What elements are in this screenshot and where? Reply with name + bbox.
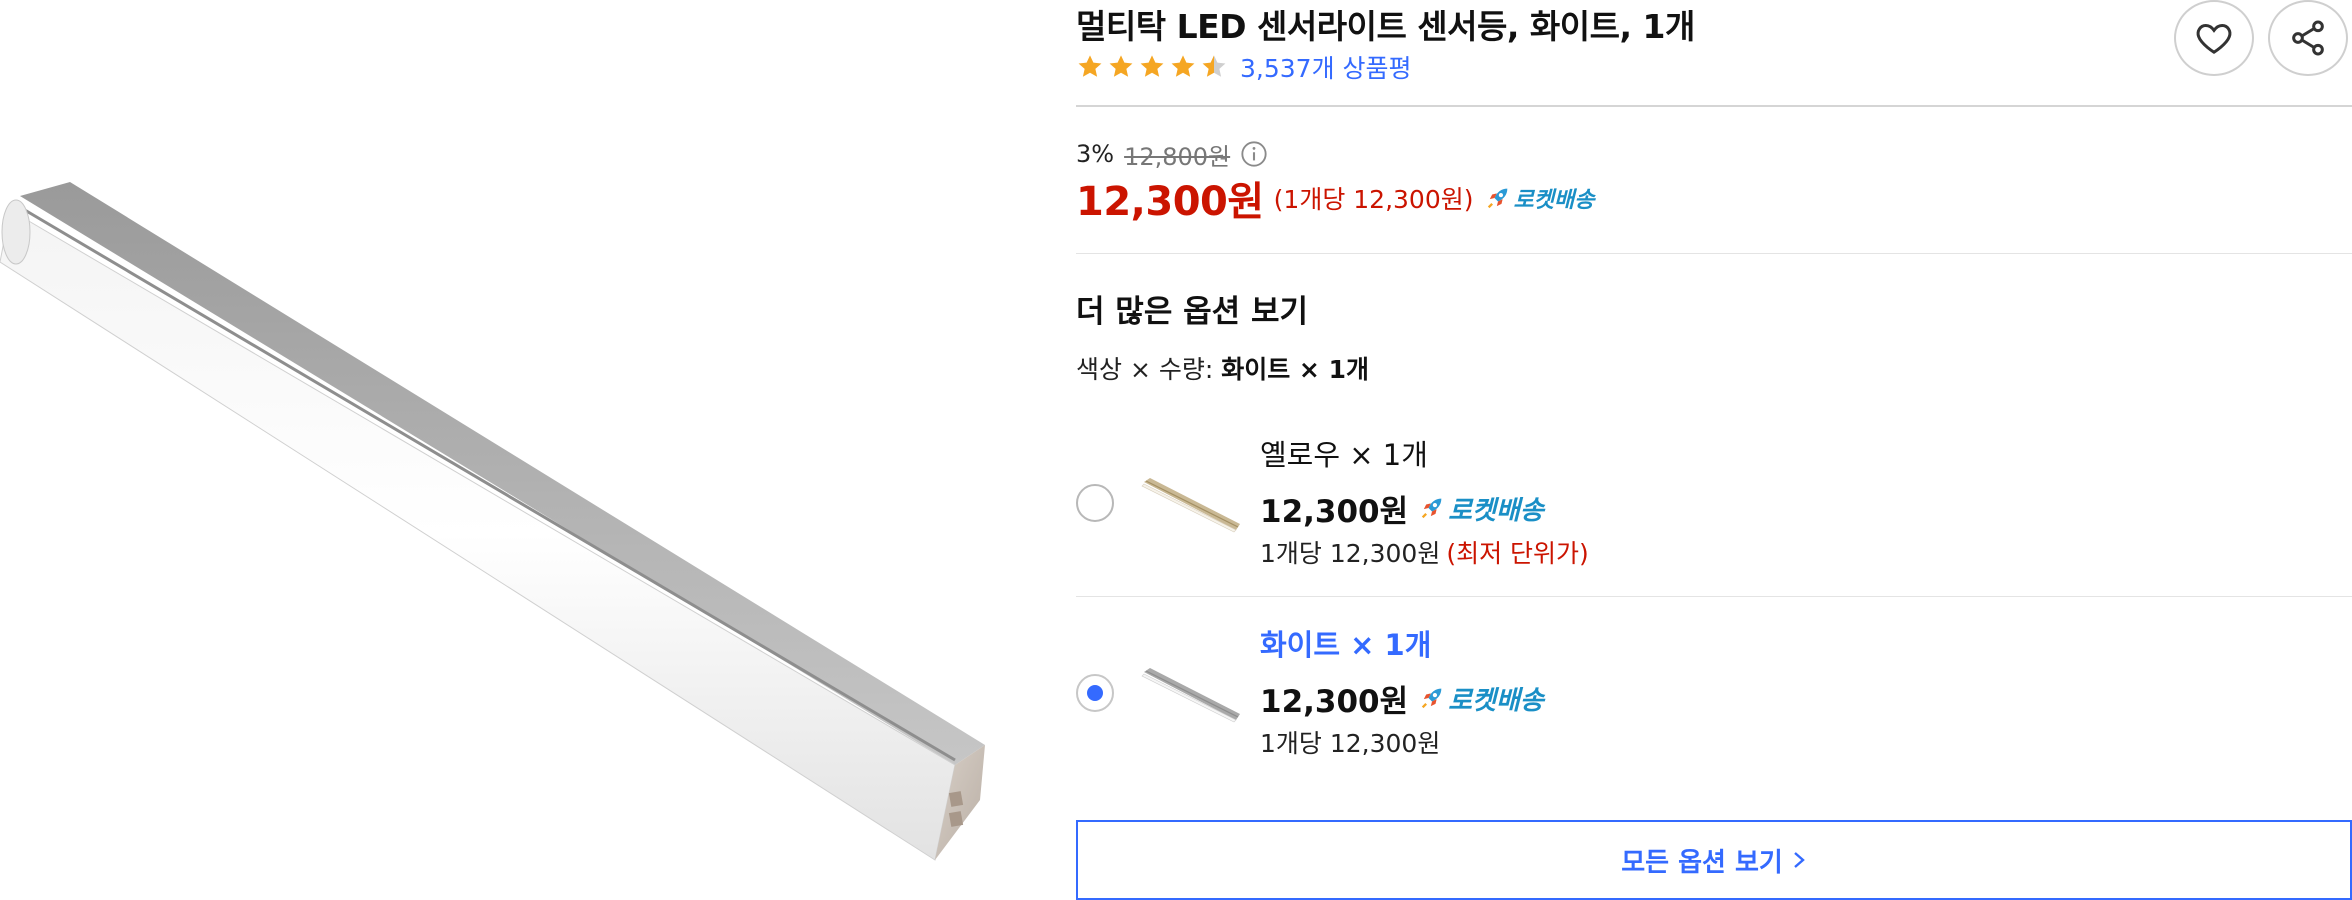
share-icon bbox=[2292, 20, 2324, 56]
rocket-delivery-badge: 로켓배송 bbox=[1418, 680, 1544, 717]
option-thumbnail bbox=[1141, 478, 1240, 533]
option-radio-selected[interactable] bbox=[1076, 674, 1114, 712]
share-button[interactable] bbox=[2268, 0, 2348, 76]
option-price-row: 12,300원 로켓배송 bbox=[1260, 486, 1544, 530]
lowest-unit-price-note: (최저 단위가) bbox=[1446, 539, 1589, 568]
review-count-link[interactable]: 3,537개 상품평 bbox=[1240, 49, 1412, 85]
view-all-options-button[interactable]: 모든 옵션 보기 bbox=[1076, 820, 2352, 900]
selected-option-summary: 색상 × 수량: 화이트 × 1개 bbox=[1076, 350, 1369, 386]
option-radio[interactable] bbox=[1076, 484, 1114, 522]
rocket-delivery-label: 로켓배송 bbox=[1513, 188, 1595, 213]
divider bbox=[1076, 253, 2352, 254]
divider bbox=[1076, 105, 2352, 107]
price-row: 12,300원 (1개당 12,300원) 로켓배송 bbox=[1076, 172, 1595, 225]
option-unit-price-line: 1개당 12,300원 (최저 단위가) bbox=[1260, 534, 1589, 570]
unit-price: (1개당 12,300원) bbox=[1273, 185, 1474, 214]
product-info-panel: 멀티탁 LED 센서라이트 센서등, 화이트, 1개 3,537개 상품평 3%… bbox=[1076, 0, 2352, 900]
divider bbox=[1076, 596, 2352, 597]
option-unit-price: 1개당 12,300원 bbox=[1260, 729, 1441, 758]
chevron-right-icon bbox=[1794, 852, 1805, 868]
rocket-delivery-label: 로켓배송 bbox=[1448, 495, 1544, 526]
wishlist-button[interactable] bbox=[2174, 0, 2254, 76]
original-price: 12,800원 bbox=[1124, 142, 1231, 171]
rocket-delivery-label: 로켓배송 bbox=[1448, 685, 1544, 716]
rocket-icon bbox=[1421, 688, 1442, 709]
heart-icon bbox=[2196, 23, 2232, 54]
selected-option-value: 화이트 × 1개 bbox=[1221, 355, 1369, 384]
product-title: 멀티탁 LED 센서라이트 센서등, 화이트, 1개 bbox=[1076, 7, 1695, 46]
option-price-row: 12,300원 로켓배송 bbox=[1260, 676, 1544, 720]
option-item-yellow[interactable]: 옐로우 × 1개 12,300원 로켓배송 1개당 12,300원 (최저 단위가… bbox=[1076, 418, 2352, 598]
star-icon bbox=[1171, 55, 1195, 77]
option-price: 12,300원 bbox=[1260, 683, 1409, 720]
option-thumbnail bbox=[1141, 668, 1240, 723]
option-name: 화이트 × 1개 bbox=[1260, 628, 1432, 662]
view-all-options-label: 모든 옵션 보기 bbox=[1621, 847, 1783, 878]
selected-option-label: 색상 × 수량: bbox=[1076, 355, 1214, 384]
rocket-icon bbox=[1487, 188, 1507, 209]
star-icon bbox=[1078, 55, 1102, 77]
rocket-icon bbox=[1421, 498, 1442, 519]
sale-price: 12,300원 bbox=[1076, 179, 1264, 225]
option-price: 12,300원 bbox=[1260, 493, 1409, 530]
more-options-title: 더 많은 옵션 보기 bbox=[1076, 294, 1309, 330]
half-star-icon bbox=[1202, 55, 1226, 77]
discount-row: 3% 12,800원 bbox=[1076, 138, 1268, 171]
rocket-delivery-badge: 로켓배송 bbox=[1418, 490, 1544, 527]
rocket-delivery-badge: 로켓배송 bbox=[1484, 182, 1595, 214]
option-item-white[interactable]: 화이트 × 1개 12,300원 로켓배송 1개당 12,300원 bbox=[1076, 608, 2352, 788]
option-unit-price-line: 1개당 12,300원 bbox=[1260, 724, 1440, 760]
product-image bbox=[0, 160, 1000, 890]
star-rating bbox=[1076, 53, 1228, 81]
star-icon bbox=[1109, 55, 1133, 77]
rating-row: 3,537개 상품평 bbox=[1076, 50, 1412, 84]
info-icon[interactable] bbox=[1240, 140, 1268, 168]
star-icon bbox=[1140, 55, 1164, 77]
discount-rate: 3% bbox=[1076, 140, 1115, 168]
option-name: 옐로우 × 1개 bbox=[1260, 438, 1428, 472]
option-unit-price: 1개당 12,300원 bbox=[1260, 539, 1441, 568]
